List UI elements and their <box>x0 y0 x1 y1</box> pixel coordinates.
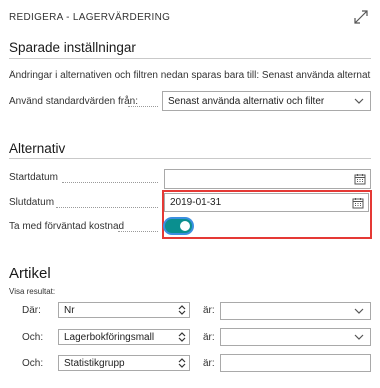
filter-is-label: är: <box>203 332 215 343</box>
expected-cost-label: Ta med förväntad kostnad <box>9 221 125 232</box>
dotted-leader <box>128 106 158 107</box>
use-defaults-label: Använd standardvärden från: <box>9 96 138 107</box>
use-defaults-select[interactable]: Senast använda alternativ och filter <box>162 91 371 111</box>
filter-is-label: är: <box>203 305 215 316</box>
toggle-knob <box>180 221 190 231</box>
filter-is-label: är: <box>203 358 215 369</box>
chevron-down-icon <box>354 308 364 314</box>
filter-field-value: Nr <box>64 304 75 316</box>
dotted-leader <box>56 207 158 208</box>
saved-settings-info: Ändringar i alternativen och filtren ned… <box>9 70 371 81</box>
show-results-label: Visa resultat: <box>9 287 56 296</box>
article-heading: Artikel <box>9 265 51 282</box>
saved-settings-heading: Sparade inställningar <box>9 40 136 55</box>
filter-field-select[interactable]: Lagerbokföringsmall <box>58 329 190 345</box>
filter-value-select[interactable] <box>220 302 371 320</box>
dotted-leader <box>118 231 158 232</box>
expected-cost-toggle[interactable] <box>165 219 192 233</box>
calendar-icon[interactable] <box>352 197 364 209</box>
filter-field-value: Lagerbokföringsmall <box>64 331 155 343</box>
filter-prefix: Och: <box>22 358 44 369</box>
chevron-down-icon <box>354 98 364 104</box>
updown-arrows-icon <box>178 305 186 315</box>
start-date-field[interactable] <box>164 169 371 189</box>
calendar-icon[interactable] <box>354 173 366 185</box>
filter-field-select[interactable]: Nr <box>58 302 190 318</box>
updown-arrows-icon <box>178 358 186 368</box>
filter-value-select[interactable] <box>220 328 371 346</box>
divider <box>9 158 371 159</box>
filter-value-input[interactable] <box>220 354 371 372</box>
dialog-title: REDIGERA - LAGERVÄRDERING <box>9 12 171 23</box>
end-date-field[interactable]: 2019-01-31 <box>164 193 369 212</box>
filter-prefix: Och: <box>22 332 44 343</box>
divider <box>9 58 371 59</box>
chevron-down-icon <box>354 334 364 340</box>
filter-prefix: Där: <box>22 305 41 316</box>
dotted-leader <box>62 182 158 183</box>
filter-field-select[interactable]: Statistikgrupp <box>58 355 190 371</box>
filter-field-value: Statistikgrupp <box>64 357 125 369</box>
end-date-label: Slutdatum <box>9 197 55 208</box>
start-date-label: Startdatum <box>9 172 58 183</box>
expand-arrows-icon[interactable] <box>353 9 369 25</box>
options-heading: Alternativ <box>9 141 66 156</box>
updown-arrows-icon <box>178 332 186 342</box>
use-defaults-value: Senast använda alternativ och filter <box>168 95 325 107</box>
end-date-value: 2019-01-31 <box>170 197 222 208</box>
